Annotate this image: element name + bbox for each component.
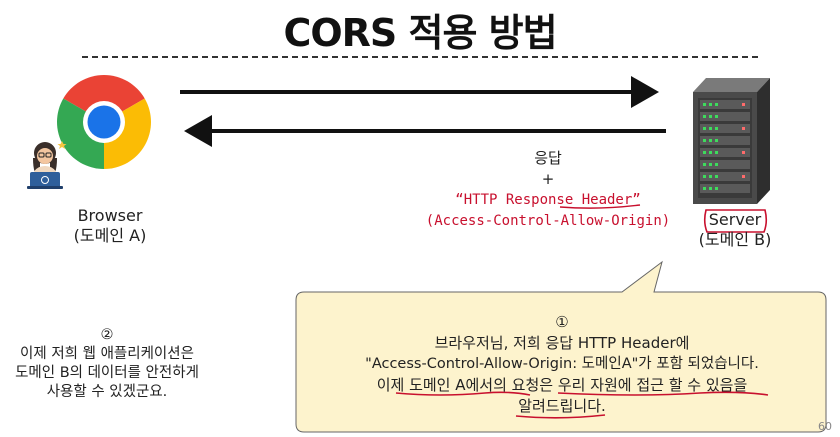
server-note: ① 브라우저님, 저희 응답 HTTP Header에 "Access-Cont… — [310, 312, 814, 417]
note-line: 이제 저희 웹 애플리케이션은 — [20, 346, 194, 362]
note-number: ② — [100, 327, 114, 343]
browser-name: Browser — [77, 206, 143, 225]
browser-domain: (도메인 A) — [73, 226, 147, 245]
note-number: ① — [555, 313, 569, 331]
response-plus: + — [541, 170, 555, 188]
note-line: 도메인 B의 데이터를 안전하게 — [15, 365, 199, 381]
developer-avatar-icon — [27, 141, 67, 189]
browser-note: ② 이제 저희 웹 애플리케이션은 도메인 B의 데이터를 안전하게 사용할 수… — [0, 326, 214, 402]
response-annotation: 응답 + “HTTP Response Header” (Access-Cont… — [388, 148, 708, 232]
note-line: "Access-Control-Allow-Origin: 도메인A"가 포함 … — [365, 356, 759, 372]
page-number: 60 — [818, 420, 832, 433]
chrome-logo-icon — [57, 75, 151, 169]
server-domain: (도메인 B) — [698, 230, 772, 249]
note-line: 브라우저님, 저희 응답 HTTP Header에 — [434, 334, 690, 352]
note-line: 사용할 수 있겠군요. — [46, 384, 168, 400]
response-header: “HTTP Response Header” — [455, 192, 641, 208]
note-line: 알려드립니다. — [518, 397, 606, 415]
response-label: 응답 — [534, 149, 562, 167]
note-line: 이제 도메인 A에서의 요청은 우리 자원에 접근 할 수 있음을 — [376, 376, 748, 394]
browser-label: Browser (도메인 A) — [40, 206, 180, 246]
server-name: Server — [708, 210, 762, 229]
response-detail: (Access-Control-Allow-Origin) — [425, 213, 671, 229]
